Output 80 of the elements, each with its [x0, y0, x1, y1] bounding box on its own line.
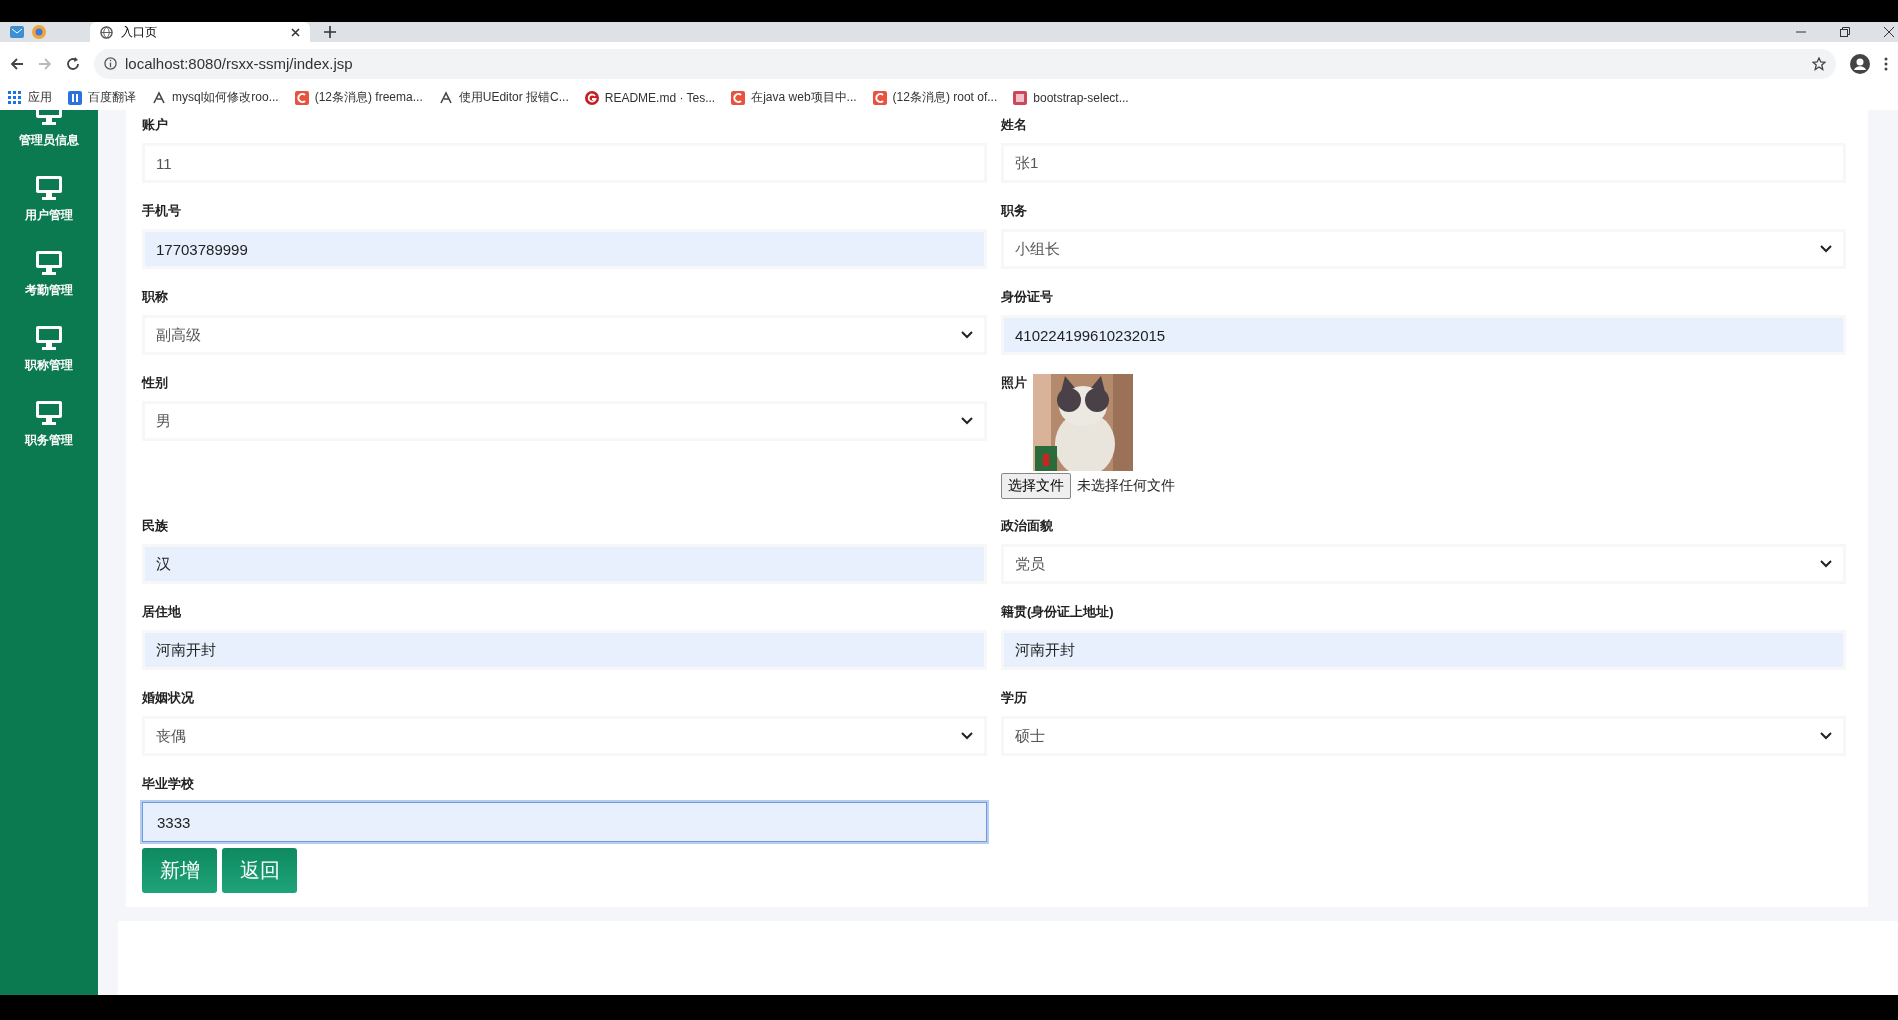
bookmark[interactable]: bootstrap-select... [1013, 90, 1129, 105]
bookmark[interactable]: README.md · Tes... [584, 90, 716, 105]
bookmark[interactable]: 在java web项目中... [731, 89, 857, 106]
text-field[interactable]: 3333 [142, 802, 987, 842]
sidebar-item[interactable]: 职称管理 [25, 325, 73, 374]
text-field[interactable]: 张1 [1001, 143, 1846, 183]
close-icon[interactable] [1884, 27, 1894, 37]
c-logo-icon [872, 90, 887, 105]
c-logo-icon [731, 90, 746, 105]
field-label: 籍贯(身份证上地址) [1001, 603, 1114, 621]
file-status: 未选择任何文件 [1077, 477, 1175, 495]
info-icon [104, 57, 117, 70]
text-field[interactable]: 17703789999 [142, 229, 987, 269]
apps-icon [8, 90, 22, 105]
new-tab-icon[interactable] [324, 26, 336, 38]
bookmark[interactable]: (12条消息) root of... [872, 89, 998, 106]
restore-icon[interactable] [1840, 27, 1850, 37]
caret-icon [961, 417, 973, 425]
choose-file-button[interactable]: 选择文件 [1001, 473, 1071, 499]
monitor-icon [35, 175, 63, 201]
field-label: 居住地 [142, 603, 181, 621]
field-label: 账户 [142, 116, 168, 134]
field-label: 性别 [142, 374, 168, 392]
text-field[interactable]: 汉 [142, 544, 987, 584]
caret-icon [1820, 560, 1832, 568]
sidebar-item[interactable]: 管理员信息 [19, 110, 79, 149]
menu-icon[interactable] [1884, 56, 1888, 71]
field-label: 职称 [142, 288, 168, 306]
url-text: localhost:8080/rsxx-ssmj/index.jsp [125, 55, 353, 72]
bookmark[interactable]: 应用 [8, 89, 52, 106]
browser-logo-icon [32, 25, 46, 39]
caret-icon [961, 732, 973, 740]
dropdown[interactable]: 丧偶 [142, 716, 987, 756]
field-label: 婚姻状况 [142, 689, 194, 707]
dropdown[interactable]: 男 [142, 401, 987, 441]
reload-icon[interactable] [66, 56, 80, 71]
c-logo-icon [294, 90, 309, 105]
mail-icon [10, 26, 24, 38]
caret-icon [961, 331, 973, 339]
field-label: 姓名 [1001, 116, 1027, 134]
address-bar[interactable]: localhost:8080/rsxx-ssmj/index.jsp [94, 48, 1836, 79]
bookmark-logo-icon [1013, 90, 1028, 105]
monitor-icon [35, 325, 63, 351]
close-icon[interactable] [291, 27, 300, 37]
sidebar-item[interactable]: 职务管理 [25, 400, 73, 449]
field-label: 学历 [1001, 689, 1027, 707]
field-label: 手机号 [142, 202, 181, 220]
dropdown[interactable]: 副高级 [142, 315, 987, 355]
bookmark[interactable]: 使用UEditor 报错C... [438, 89, 569, 106]
bookmark[interactable]: (12条消息) freema... [294, 89, 423, 106]
field-label: 毕业学校 [142, 775, 194, 793]
dropdown[interactable]: 硕士 [1001, 716, 1846, 756]
sidebar-item[interactable]: 考勤管理 [25, 250, 73, 299]
caret-icon [1820, 732, 1832, 740]
globe-icon [100, 25, 113, 39]
text-field[interactable]: 11 [142, 143, 987, 183]
profile-icon[interactable] [1850, 53, 1870, 74]
bookmark[interactable]: mysql如何修改roo... [152, 89, 279, 106]
bookmark[interactable]: 百度翻译 [68, 89, 136, 106]
star-icon[interactable] [1812, 56, 1826, 71]
form-button[interactable]: 新增 [142, 848, 217, 893]
sidebar-item[interactable]: 用户管理 [25, 175, 73, 224]
back-icon[interactable] [10, 56, 24, 71]
text-field[interactable]: 410224199610232015 [1001, 315, 1846, 355]
text-field[interactable]: 河南开封 [1001, 630, 1846, 670]
g-logo-icon [584, 90, 599, 105]
field-label: 政治面貌 [1001, 517, 1053, 535]
field-label: 照片 [1001, 374, 1027, 392]
monitor-icon [35, 250, 63, 276]
form-button[interactable]: 返回 [222, 848, 297, 893]
field-label: 身份证号 [1001, 288, 1053, 306]
caret-icon [1820, 245, 1832, 253]
dropdown[interactable]: 小组长 [1001, 229, 1846, 269]
dropdown[interactable]: 党员 [1001, 544, 1846, 584]
field-label: 职务 [1001, 202, 1027, 220]
browser-tab[interactable]: 入口页 [90, 22, 310, 42]
field-label: 民族 [142, 517, 168, 535]
text-field[interactable]: 河南开封 [142, 630, 987, 670]
monitor-icon [35, 400, 63, 426]
translate-icon [68, 90, 82, 105]
